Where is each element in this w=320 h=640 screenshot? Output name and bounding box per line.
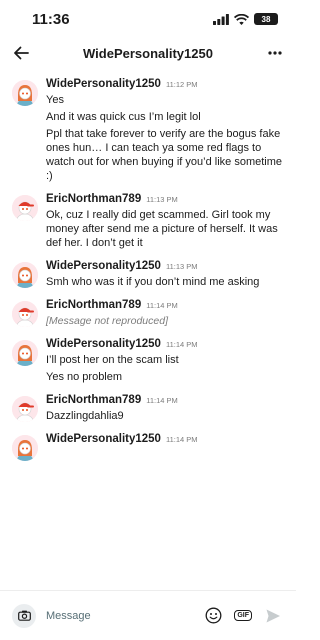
back-arrow-icon[interactable] <box>10 42 32 64</box>
message-timestamp: 11:14 PM <box>146 301 178 310</box>
wifi-icon <box>234 13 249 25</box>
camera-icon[interactable] <box>12 603 36 628</box>
message-username[interactable]: EricNorthman789 <box>46 394 141 406</box>
message-header: WidePersonality1250 11:14 PM <box>46 338 284 350</box>
message-composer: GIF <box>0 590 296 640</box>
message-text: I’ll post her on the scam list <box>46 354 179 366</box>
gif-button[interactable]: GIF <box>234 610 252 621</box>
message-timestamp: 11:13 PM <box>165 262 198 271</box>
message-timestamp: 11:14 PM <box>165 340 198 349</box>
avatar[interactable] <box>12 396 38 422</box>
message-input[interactable] <box>46 609 193 622</box>
message-group: EricNorthman789 11:13 PM Ok, cuz I really … <box>12 193 284 250</box>
message-group: WidePersonality1250 11:12 PM Yes And it was… <box>12 78 284 183</box>
message-username[interactable]: WidePersonality1250 <box>46 78 161 90</box>
message-header: EricNorthman789 11:14 PM <box>46 299 284 311</box>
message-text: Yes no problem <box>46 371 123 383</box>
message-body: WidePersonality1250 11:14 PM <box>46 433 284 461</box>
message-group: WidePersonality1250 11:14 PM <box>12 433 284 461</box>
avatar[interactable] <box>12 195 38 221</box>
message-group: EricNorthman789 11:14 PM Dazzlingdahlia9 <box>12 394 284 423</box>
message-username[interactable]: WidePersonality1250 <box>46 433 161 445</box>
message-timestamp: 11:14 PM <box>165 435 198 444</box>
message-header: WidePersonality1250 11:12 PM <box>46 78 284 90</box>
chat-header: WidePersonality1250 <box>0 38 296 68</box>
message-body: EricNorthman789 11:14 PM Dazzlingdahlia9 <box>46 394 284 423</box>
status-icons: 38 <box>213 13 278 25</box>
message-group: WidePersonality1250 11:14 PM I’ll post her… <box>12 338 284 384</box>
message-timestamp: 11:14 PM <box>146 396 178 405</box>
message-body: WidePersonality1250 11:14 PM I’ll post her… <box>46 338 284 384</box>
avatar[interactable] <box>12 340 38 366</box>
avatar[interactable] <box>12 262 38 288</box>
status-bar: 11:36 38 <box>0 0 296 38</box>
message-group: WidePersonality1250 11:13 PM Smh who was i… <box>12 260 284 289</box>
message-text: Ok, cuz I really did get scammed. Girl t… <box>46 209 278 249</box>
message-header: EricNorthman789 11:14 PM <box>46 394 284 406</box>
message-list[interactable]: WidePersonality1250 11:12 PM Yes And it was… <box>0 68 296 590</box>
message-body: EricNorthman789 11:13 PM Ok, cuz I really … <box>46 193 284 250</box>
message-text: And it was quick cus I’m legit lol <box>46 111 201 123</box>
message-username[interactable]: WidePersonality1250 <box>46 260 161 272</box>
omitted-message-placeholder: [Message not reproduced] <box>46 315 168 327</box>
message-username[interactable]: EricNorthman789 <box>46 193 141 205</box>
message-body: WidePersonality1250 11:13 PM Smh who was i… <box>46 260 284 289</box>
message-username[interactable]: WidePersonality1250 <box>46 338 161 350</box>
message-header: EricNorthman789 11:13 PM <box>46 193 284 205</box>
avatar[interactable] <box>12 301 38 327</box>
message-header: WidePersonality1250 11:14 PM <box>46 433 284 445</box>
status-time: 11:36 <box>32 10 70 28</box>
message-body: EricNorthman789 11:14 PM [Message not repr… <box>46 299 284 328</box>
avatar[interactable] <box>12 80 38 106</box>
message-body: WidePersonality1250 11:12 PM Yes And it was… <box>46 78 284 183</box>
message-timestamp: 11:13 PM <box>146 195 178 204</box>
emoji-icon[interactable] <box>202 605 224 627</box>
more-options-icon[interactable] <box>264 42 286 64</box>
message-text: Yes <box>46 94 64 106</box>
avatar[interactable] <box>12 435 38 461</box>
message-text: Dazzlingdahlia9 <box>46 410 124 422</box>
message-text: Ppl that take forever to verify are the … <box>46 128 283 182</box>
chat-title: WidePersonality1250 <box>83 45 213 61</box>
signal-icon <box>213 13 229 25</box>
message-timestamp: 11:12 PM <box>165 80 198 89</box>
message-username[interactable]: EricNorthman789 <box>46 299 141 311</box>
message-text: Smh who was it if you don’t mind me aski… <box>46 276 260 288</box>
send-icon[interactable] <box>262 605 284 627</box>
message-header: WidePersonality1250 11:13 PM <box>46 260 284 272</box>
message-group: EricNorthman789 11:14 PM [Message not repr… <box>12 299 284 328</box>
battery-icon: 38 <box>254 13 278 25</box>
